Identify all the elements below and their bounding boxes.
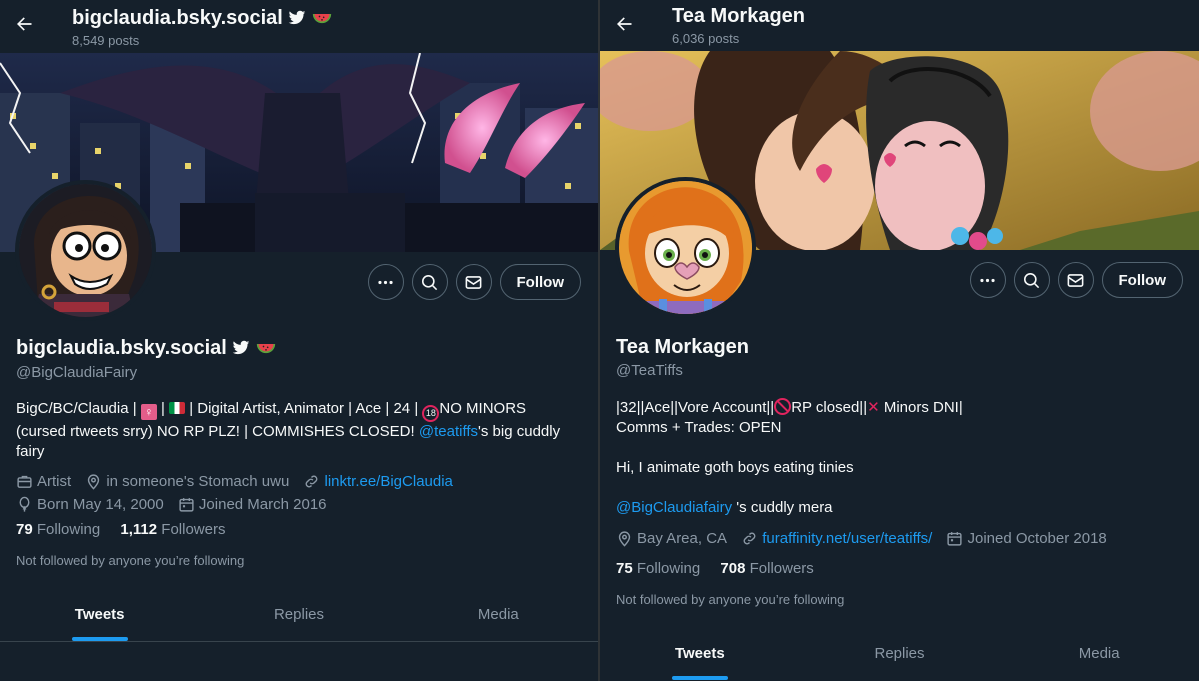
joined-item: Joined October 2018 [946, 529, 1107, 548]
profile-avatar[interactable] [15, 180, 156, 321]
watermelon-icon [312, 14, 332, 24]
not-followed-note: Not followed by anyone you’re following [16, 553, 245, 568]
profile-panel-left: bigclaudia.bsky.social 8,549 posts Follo… [0, 0, 598, 681]
envelope-icon [1067, 273, 1084, 287]
link-icon [743, 532, 756, 545]
location-pin-icon [618, 531, 631, 547]
cross-mark-icon: ✕ [867, 399, 880, 416]
website-link[interactable]: linktr.ee/BigClaudia [324, 472, 452, 491]
arrow-left-icon [17, 17, 32, 31]
website-item[interactable]: linktr.ee/BigClaudia [303, 472, 453, 491]
watermelon-icon [256, 344, 276, 354]
tab-tweets[interactable]: Tweets [0, 588, 199, 641]
bio-line: Comms + Trades: OPEN [616, 419, 782, 436]
more-button[interactable] [367, 264, 404, 300]
tab-media[interactable]: Media [399, 588, 598, 641]
header-title: Tea Morkagen [672, 5, 805, 27]
bird-icon [233, 340, 250, 355]
website-link[interactable]: furaffinity.net/user/teatiffs/ [762, 529, 932, 548]
tab-replies[interactable]: Replies [199, 588, 398, 641]
back-button[interactable] [614, 14, 638, 38]
following-link[interactable]: 79 Following [16, 521, 100, 538]
header-title: bigclaudia.bsky.social [72, 7, 332, 30]
profile-header: bigclaudia.bsky.social 8,549 posts [0, 0, 598, 52]
message-button[interactable] [1057, 262, 1094, 298]
avatar-image [619, 181, 752, 314]
no-under-18-icon: 18 [422, 405, 440, 422]
follow-button[interactable]: Follow [1101, 262, 1183, 298]
active-tab-indicator [671, 676, 728, 680]
post-count: 6,036 posts [672, 31, 740, 46]
back-button[interactable] [14, 14, 38, 38]
prohibited-icon [774, 398, 792, 415]
follow-counts: 75 Following 708 Followers [616, 560, 830, 577]
bio-text: | [156, 400, 170, 417]
location-item: Bay Area, CA [616, 529, 727, 548]
mention-link[interactable]: @BigClaudiafairy [616, 499, 732, 516]
profile-tabs: Tweets Replies Media [0, 588, 598, 641]
profile-meta: Bay Area, CA furaffinity.net/user/teatif… [616, 529, 1117, 552]
arrow-left-icon [617, 17, 632, 31]
tab-tweets[interactable]: Tweets [600, 627, 800, 680]
mention-link[interactable]: @teatiffs [419, 423, 478, 440]
profile-actions: Follow [367, 264, 581, 300]
follow-counts: 79 Following 1,112 Followers [16, 521, 241, 538]
search-icon [421, 274, 438, 290]
bio-spacer [616, 478, 1176, 498]
bio-line: |32||Ace||Vore Account|| RP closed||✕ Min… [616, 398, 963, 416]
link-icon [306, 475, 318, 488]
profile-tabs: Tweets Replies Media [600, 627, 1199, 680]
bird-icon [289, 10, 306, 25]
calendar-icon [179, 498, 194, 512]
followers-link[interactable]: 708 Followers [720, 560, 813, 577]
post-count: 8,549 posts [72, 33, 140, 48]
more-icon [980, 278, 995, 282]
message-button[interactable] [455, 264, 492, 300]
more-button[interactable] [969, 262, 1006, 298]
avatar-image [19, 184, 152, 317]
website-item[interactable]: furaffinity.net/user/teatiffs/ [741, 529, 932, 548]
briefcase-icon [17, 475, 32, 488]
bio-text: | Digital Artist, Animator | Ace | 24 | [185, 400, 423, 417]
profile-actions: Follow [969, 262, 1183, 298]
profile-meta: Artist in someone's Stomach uwu linktr.e… [16, 472, 463, 518]
more-icon [378, 280, 393, 284]
italy-flag-icon [169, 402, 186, 414]
bio-line: @BigClaudiafairy 's cuddly mera [616, 499, 833, 516]
envelope-icon [465, 275, 482, 289]
search-button[interactable] [411, 264, 448, 300]
location-item: in someone's Stomach uwu [85, 472, 289, 491]
calendar-icon [947, 532, 963, 546]
female-sign-icon: ♀ [140, 404, 157, 420]
tab-replies[interactable]: Replies [800, 627, 1000, 680]
bio-line: Hi, I animate goth boys eating tinies [616, 459, 854, 476]
followers-link[interactable]: 1,112 Followers [120, 521, 225, 538]
profile-header: Tea Morkagen 6,036 posts [600, 0, 1199, 52]
tab-media[interactable]: Media [999, 627, 1199, 680]
user-handle: @BigClaudiaFairy [16, 364, 138, 381]
tabs-divider [0, 641, 598, 642]
location-pin-icon [88, 474, 100, 490]
following-link[interactable]: 75 Following [616, 560, 700, 577]
bio-spacer [616, 438, 1176, 458]
birthday-item: Born May 14, 2000 [16, 495, 164, 514]
display-name: Tea Morkagen [616, 336, 749, 358]
profile-bio: BigC/BC/Claudia | ♀ | | Digital Artist, … [16, 399, 576, 462]
follow-button[interactable]: Follow [499, 264, 581, 300]
bio-text: BigC/BC/Claudia | [16, 400, 141, 417]
profile-avatar[interactable] [615, 177, 756, 318]
profile-bio: |32||Ace||Vore Account|| RP closed||✕ Min… [616, 398, 1176, 518]
search-icon [1023, 272, 1040, 288]
display-name: bigclaudia.bsky.social [16, 337, 276, 360]
search-button[interactable] [1013, 262, 1050, 298]
not-followed-note: Not followed by anyone you’re following [616, 592, 845, 607]
user-handle: @TeaTiffs [616, 362, 683, 379]
balloon-icon [19, 496, 30, 512]
profile-panel-right: Tea Morkagen 6,036 posts Follow Tea Mork… [600, 0, 1199, 681]
joined-item: Joined March 2016 [178, 495, 327, 514]
occupation-item: Artist [16, 472, 71, 491]
